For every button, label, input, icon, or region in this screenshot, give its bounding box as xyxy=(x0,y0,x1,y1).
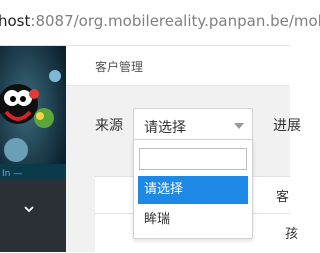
source-select[interactable]: 请选择 xyxy=(133,108,253,142)
user-avatar: In — xyxy=(0,46,66,180)
breadcrumb-customer-management[interactable]: 客户管理 xyxy=(95,58,143,75)
caret-down-icon xyxy=(234,123,244,129)
chevron-down-icon xyxy=(24,206,34,213)
browser-address-bar[interactable]: host:8087/org.mobilereality.panpan.be/mo… xyxy=(0,0,320,46)
svg-text:In —: In — xyxy=(2,169,22,179)
source-dropdown-menu: 请选择 眸瑞 xyxy=(133,139,253,239)
source-select-value: 请选择 xyxy=(144,120,186,136)
table-row-cell: 孩 xyxy=(285,227,299,242)
url-host: host xyxy=(0,12,31,30)
dropdown-option-please-select[interactable]: 请选择 xyxy=(138,176,248,204)
breadcrumb: 客户管理 xyxy=(66,46,290,86)
dropdown-search-input[interactable] xyxy=(139,148,247,170)
dropdown-option-mourui[interactable]: 眸瑞 xyxy=(138,206,248,234)
progress-label: 进展 xyxy=(273,118,301,134)
table-header-cell: 客 xyxy=(276,190,290,205)
url-path: :8087/org.mobilereality.panpan.be/mob xyxy=(30,12,320,30)
source-label: 来源 xyxy=(95,118,123,134)
sidebar-collapse-toggle[interactable] xyxy=(0,180,66,252)
avatar-artwork: In — xyxy=(0,46,66,180)
address-url[interactable]: host:8087/org.mobilereality.panpan.be/mo… xyxy=(0,12,320,30)
sidebar: In — xyxy=(0,46,66,252)
